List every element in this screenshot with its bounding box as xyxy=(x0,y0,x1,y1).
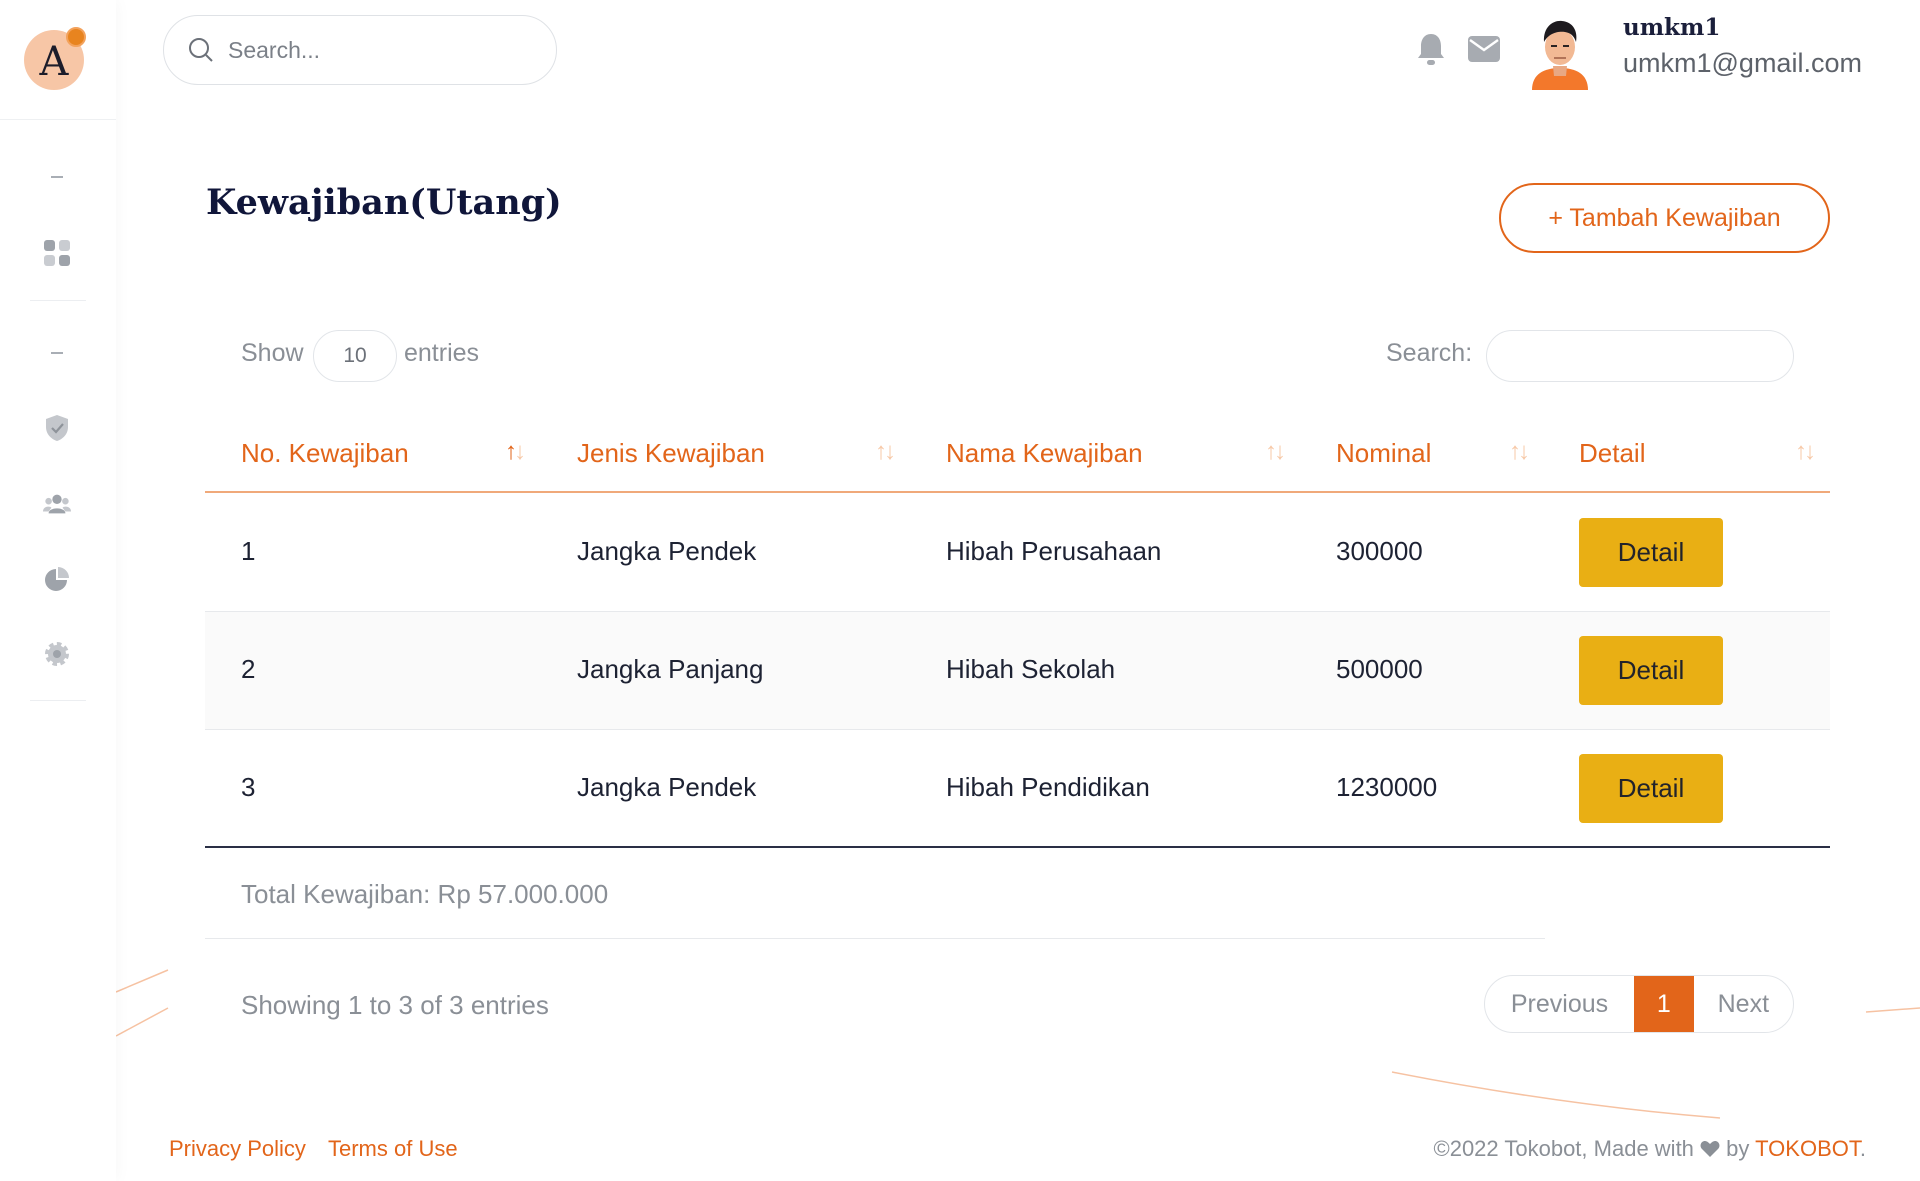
sidebar-item-reports[interactable] xyxy=(43,565,71,593)
sidebar-item-security[interactable] xyxy=(43,414,71,442)
bell-icon xyxy=(1418,34,1444,65)
pagination-page-1[interactable]: 1 xyxy=(1634,976,1694,1032)
column-header-jenis[interactable]: Jenis Kewajiban xyxy=(577,438,765,469)
table-row: 2 Jangka Panjang Hibah Sekolah 500000 De… xyxy=(205,612,1830,730)
notifications-button[interactable] xyxy=(1417,32,1445,71)
add-liability-button[interactable]: + Tambah Kewajiban xyxy=(1499,183,1830,253)
page-title: Kewajiban(Utang) xyxy=(206,182,562,223)
table-row: 3 Jangka Pendek Hibah Pendidikan 1230000… xyxy=(205,730,1830,848)
gear-icon xyxy=(45,642,69,666)
total-divider xyxy=(205,938,1545,939)
detail-button[interactable]: Detail xyxy=(1579,518,1723,587)
terms-of-use-link[interactable]: Terms of Use xyxy=(328,1136,458,1162)
sort-icon[interactable]: ↑↓ xyxy=(1509,438,1530,466)
mail-icon xyxy=(1468,36,1500,62)
sidebar-item-users[interactable] xyxy=(43,490,71,518)
brand-logo[interactable]: A xyxy=(24,27,86,90)
cell-nominal: 300000 xyxy=(1336,536,1423,566)
table-search-input[interactable] xyxy=(1486,330,1794,382)
copyright: ©2022 Tokobot, Made with by TOKOBOT. xyxy=(1434,1136,1867,1162)
column-header-no[interactable]: No. Kewajiban xyxy=(241,438,409,469)
column-header-nominal[interactable]: Nominal xyxy=(1336,438,1431,469)
brand-logo-letter: A xyxy=(39,39,69,85)
cell-jenis: Jangka Pendek xyxy=(577,536,757,566)
user-email: umkm1@gmail.com xyxy=(1623,48,1862,78)
cell-nama: Hibah Perusahaan xyxy=(946,536,1162,566)
pagination-previous[interactable]: Previous xyxy=(1485,976,1634,1032)
logo-badge-icon xyxy=(66,27,86,47)
cell-nominal: 1230000 xyxy=(1336,772,1438,802)
dashboard-icon xyxy=(44,240,70,266)
pie-chart-icon xyxy=(45,567,69,591)
copyright-by: by xyxy=(1726,1136,1750,1161)
cell-no: 1 xyxy=(241,536,256,566)
cell-no: 2 xyxy=(241,654,256,684)
avatar-image xyxy=(1532,20,1588,90)
total-liabilities: Total Kewajiban: Rp 57.000.000 xyxy=(241,879,609,909)
sort-icon[interactable]: ↑↓ xyxy=(875,438,896,466)
cell-nama: Hibah Pendidikan xyxy=(946,772,1150,802)
cell-jenis: Jangka Pendek xyxy=(577,772,757,802)
copyright-suffix: . xyxy=(1859,1136,1866,1161)
table-info: Showing 1 to 3 of 3 entries xyxy=(241,990,549,1020)
show-label: Show xyxy=(241,339,304,367)
sidebar-divider xyxy=(30,300,86,301)
cell-no: 3 xyxy=(241,772,256,802)
users-icon xyxy=(43,494,71,514)
privacy-policy-link[interactable]: Privacy Policy xyxy=(169,1136,306,1162)
messages-button[interactable] xyxy=(1468,36,1500,67)
shield-icon xyxy=(46,415,68,441)
search-input[interactable] xyxy=(228,36,528,64)
entries-label: entries xyxy=(404,339,480,367)
global-search[interactable] xyxy=(163,15,557,85)
pagination-next[interactable]: Next xyxy=(1694,976,1793,1032)
detail-button[interactable]: Detail xyxy=(1579,636,1723,705)
heart-icon xyxy=(1700,1141,1720,1157)
sidebar-item-settings[interactable] xyxy=(43,640,71,668)
user-name: umkm1 xyxy=(1623,14,1721,41)
sidebar-logo-area: A xyxy=(0,0,116,120)
sort-icon[interactable]: ↑↓ xyxy=(505,438,526,466)
copyright-prefix: ©2022 Tokobot, Made with xyxy=(1433,1136,1694,1161)
table-row: 1 Jangka Pendek Hibah Perusahaan 300000 … xyxy=(205,494,1830,612)
search-icon xyxy=(189,38,213,62)
table-search-label: Search: xyxy=(1386,339,1473,367)
cell-nominal: 500000 xyxy=(1336,654,1423,684)
tokobot-link[interactable]: TOKOBOT xyxy=(1755,1136,1860,1161)
page-size-select[interactable]: 10 xyxy=(313,330,397,382)
cell-jenis: Jangka Panjang xyxy=(577,654,764,684)
sort-icon[interactable]: ↑↓ xyxy=(1795,438,1816,466)
user-avatar[interactable] xyxy=(1529,14,1591,90)
table-header: No. Kewajiban ↑↓ Jenis Kewajiban ↑↓ Nama… xyxy=(205,420,1830,493)
sidebar-section-divider xyxy=(51,176,63,178)
detail-button[interactable]: Detail xyxy=(1579,754,1723,823)
sidebar: A xyxy=(0,0,116,1181)
column-header-nama[interactable]: Nama Kewajiban xyxy=(946,438,1143,469)
sidebar-item-dashboard[interactable] xyxy=(43,239,71,267)
pagination: Previous 1 Next xyxy=(1484,975,1794,1033)
sort-icon[interactable]: ↑↓ xyxy=(1265,438,1286,466)
column-header-detail[interactable]: Detail xyxy=(1579,438,1645,469)
sidebar-divider xyxy=(30,700,86,701)
cell-nama: Hibah Sekolah xyxy=(946,654,1116,684)
sidebar-section-divider xyxy=(51,352,63,354)
